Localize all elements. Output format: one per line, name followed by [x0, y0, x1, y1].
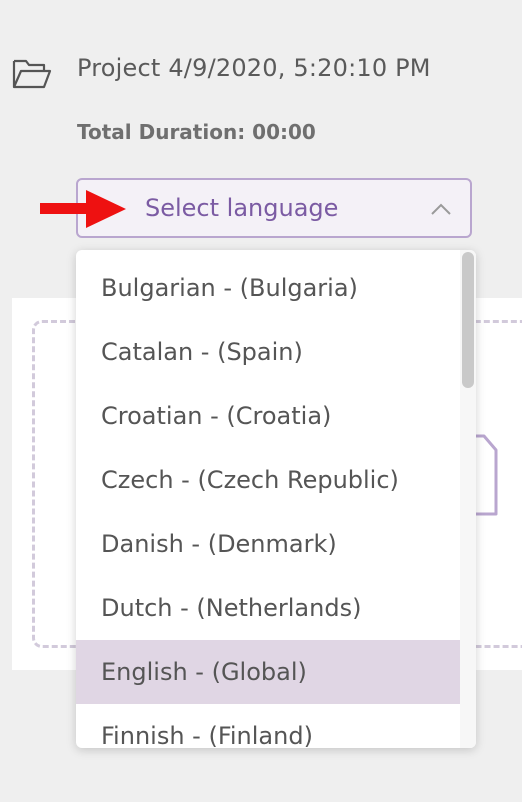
option-bulgarian[interactable]: Bulgarian - (Bulgaria) [76, 256, 460, 320]
option-catalan[interactable]: Catalan - (Spain) [76, 320, 460, 384]
option-english[interactable]: English - (Global) [76, 640, 460, 704]
arrow-right-icon [40, 190, 126, 228]
option-croatian[interactable]: Croatian - (Croatia) [76, 384, 460, 448]
option-czech[interactable]: Czech - (Czech Republic) [76, 448, 460, 512]
language-select-label: Select language [145, 194, 339, 222]
language-dropdown-list: Bulgarian - (Bulgaria) Catalan - (Spain)… [76, 250, 476, 748]
chevron-up-icon [431, 203, 451, 215]
file-icon [474, 434, 498, 516]
language-select[interactable]: Select language [76, 178, 472, 238]
total-duration: Total Duration: 00:00 [77, 120, 316, 144]
option-finnish[interactable]: Finnish - (Finland) [76, 704, 460, 748]
scrollbar-thumb[interactable] [462, 252, 474, 388]
project-title: Project 4/9/2020, 5:20:10 PM [77, 54, 431, 82]
option-dutch[interactable]: Dutch - (Netherlands) [76, 576, 460, 640]
option-danish[interactable]: Danish - (Denmark) [76, 512, 460, 576]
folder-icon [12, 59, 52, 89]
